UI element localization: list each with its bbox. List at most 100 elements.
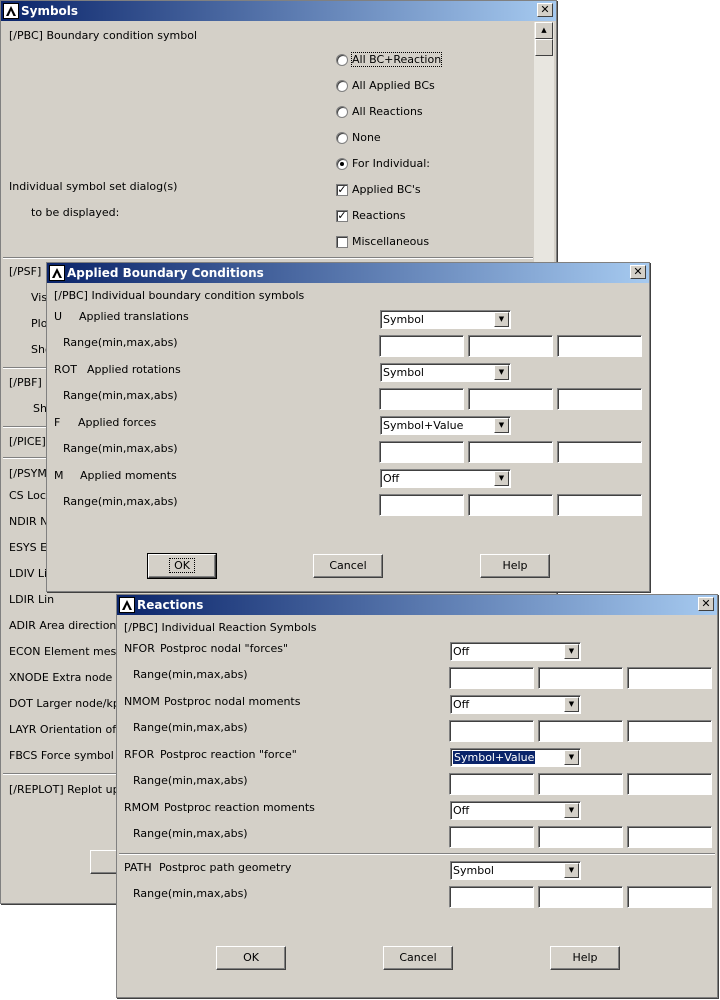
chevron-down-icon: ▼ xyxy=(564,750,579,765)
range-abs-input[interactable] xyxy=(557,335,642,357)
reactions-title-bar[interactable]: Reactions ✕ xyxy=(117,595,717,615)
range-max-input[interactable] xyxy=(538,886,623,908)
range-max-input[interactable] xyxy=(538,773,623,795)
abc-ok-button[interactable]: OK xyxy=(147,553,217,579)
radio-all-bc-reaction[interactable] xyxy=(336,54,348,66)
reactions-header: [/PBC] Individual Reaction Symbols xyxy=(124,621,317,634)
radio-label: All BC+Reaction xyxy=(350,52,443,67)
select-value: Symbol+Value xyxy=(383,419,464,432)
range-min-input[interactable] xyxy=(449,886,534,908)
label-applied-moments: Applied moments xyxy=(80,469,177,482)
chevron-down-icon: ▼ xyxy=(494,312,509,327)
range-abs-input[interactable] xyxy=(557,388,642,410)
reactions-ok-button[interactable]: OK xyxy=(216,946,286,970)
range-abs-input[interactable] xyxy=(627,720,712,742)
checkbox-applied-bcs[interactable]: ✓ xyxy=(336,184,348,196)
label-applied-translations: Applied translations xyxy=(79,310,189,323)
range-max-input[interactable] xyxy=(538,667,623,689)
radio-all-reactions[interactable] xyxy=(336,106,348,118)
scroll-thumb[interactable] xyxy=(535,39,553,56)
close-icon[interactable]: ✕ xyxy=(698,597,714,611)
range-label: Range(min,max,abs) xyxy=(133,668,248,681)
abc-title-bar[interactable]: Applied Boundary Conditions ✕ xyxy=(47,263,649,283)
rmom-select[interactable]: Off ▼ xyxy=(450,801,581,820)
range-max-input[interactable] xyxy=(468,494,553,516)
label-applied-rotations: Applied rotations xyxy=(87,363,181,376)
rfor-select[interactable]: Symbol+Value ▼ xyxy=(450,748,581,767)
select-value: Symbol xyxy=(383,313,424,326)
abc-help-button[interactable]: Help xyxy=(480,554,550,578)
label-nodal-forces: Postproc nodal "forces" xyxy=(160,642,289,655)
range-abs-input[interactable] xyxy=(627,773,712,795)
radio-all-applied-bcs[interactable] xyxy=(336,80,348,92)
translations-select[interactable]: Symbol ▼ xyxy=(380,310,511,329)
range-min-input[interactable] xyxy=(379,441,464,463)
range-min-input[interactable] xyxy=(449,826,534,848)
range-label: Range(min,max,abs) xyxy=(63,336,178,349)
forces-select[interactable]: Symbol+Value ▼ xyxy=(380,416,511,435)
range-abs-input[interactable] xyxy=(627,826,712,848)
layr-label: LAYR Orientation of la xyxy=(9,723,130,736)
range-max-input[interactable] xyxy=(468,335,553,357)
dot-label: DOT Larger node/kp s xyxy=(9,697,130,710)
checkbox-label: Applied BC's xyxy=(352,183,421,196)
pbc-label: [/PBC] Boundary condition symbol xyxy=(9,29,198,42)
pbf-label: [/PBF] xyxy=(9,376,42,389)
scroll-up-button[interactable]: ▲ xyxy=(535,22,553,39)
range-min-input[interactable] xyxy=(379,388,464,410)
range-abs-input[interactable] xyxy=(627,886,712,908)
checkbox-miscellaneous[interactable] xyxy=(336,236,348,248)
nfor-select[interactable]: Off ▼ xyxy=(450,642,581,661)
label-reaction-moments: Postproc reaction moments xyxy=(164,801,315,814)
range-min-input[interactable] xyxy=(449,667,534,689)
range-max-input[interactable] xyxy=(538,826,623,848)
range-min-input[interactable] xyxy=(379,494,464,516)
ansys-logo-icon xyxy=(49,265,65,281)
reactions-window: Reactions ✕ [/PBC] Individual Reaction S… xyxy=(116,594,718,998)
reactions-help-button[interactable]: Help xyxy=(550,946,620,970)
select-value: Off xyxy=(453,698,470,711)
range-abs-input[interactable] xyxy=(557,441,642,463)
range-max-input[interactable] xyxy=(468,388,553,410)
range-min-input[interactable] xyxy=(449,720,534,742)
symbols-title-bar[interactable]: Symbols ✕ xyxy=(1,1,556,21)
range-label: Range(min,max,abs) xyxy=(63,389,178,402)
abc-header: [/PBC] Individual boundary condition sym… xyxy=(54,289,305,302)
range-max-input[interactable] xyxy=(468,441,553,463)
code-rot: ROT xyxy=(54,363,78,376)
code-rmom: RMOM xyxy=(124,801,160,814)
close-icon[interactable]: ✕ xyxy=(537,3,553,17)
range-label: Range(min,max,abs) xyxy=(133,774,248,787)
reactions-cancel-button[interactable]: Cancel xyxy=(383,946,453,970)
scrollbar[interactable]: ▲ xyxy=(534,22,554,262)
close-icon[interactable]: ✕ xyxy=(630,265,646,279)
label-reaction-force: Postproc reaction "force" xyxy=(160,748,297,761)
radio-none[interactable] xyxy=(336,132,348,144)
range-min-input[interactable] xyxy=(379,335,464,357)
range-label: Range(min,max,abs) xyxy=(63,442,178,455)
abc-cancel-button[interactable]: Cancel xyxy=(313,554,383,578)
psf-label: [/PSF] xyxy=(9,265,42,278)
radio-label: For Individual: xyxy=(352,157,430,170)
radio-for-individual[interactable] xyxy=(336,158,348,170)
moments-select[interactable]: Off ▼ xyxy=(380,469,511,488)
code-f: F xyxy=(54,416,61,429)
path-select[interactable]: Symbol ▼ xyxy=(450,861,581,880)
label-path-geometry: Postproc path geometry xyxy=(159,861,292,874)
range-min-input[interactable] xyxy=(449,773,534,795)
radio-label: None xyxy=(352,131,381,144)
chevron-down-icon: ▼ xyxy=(494,365,509,380)
code-m: M xyxy=(54,469,64,482)
chevron-down-icon: ▼ xyxy=(564,644,579,659)
select-value: Off xyxy=(453,804,470,817)
range-label: Range(min,max,abs) xyxy=(133,827,248,840)
range-abs-input[interactable] xyxy=(557,494,642,516)
checkbox-reactions[interactable]: ✓ xyxy=(336,210,348,222)
to-be-displayed-label: to be displayed: xyxy=(31,206,120,219)
rotations-select[interactable]: Symbol ▼ xyxy=(380,363,511,382)
range-abs-input[interactable] xyxy=(627,667,712,689)
code-u: U xyxy=(54,310,63,323)
xnode-label: XNODE Extra node at xyxy=(9,671,127,684)
nmom-select[interactable]: Off ▼ xyxy=(450,695,581,714)
range-max-input[interactable] xyxy=(538,720,623,742)
